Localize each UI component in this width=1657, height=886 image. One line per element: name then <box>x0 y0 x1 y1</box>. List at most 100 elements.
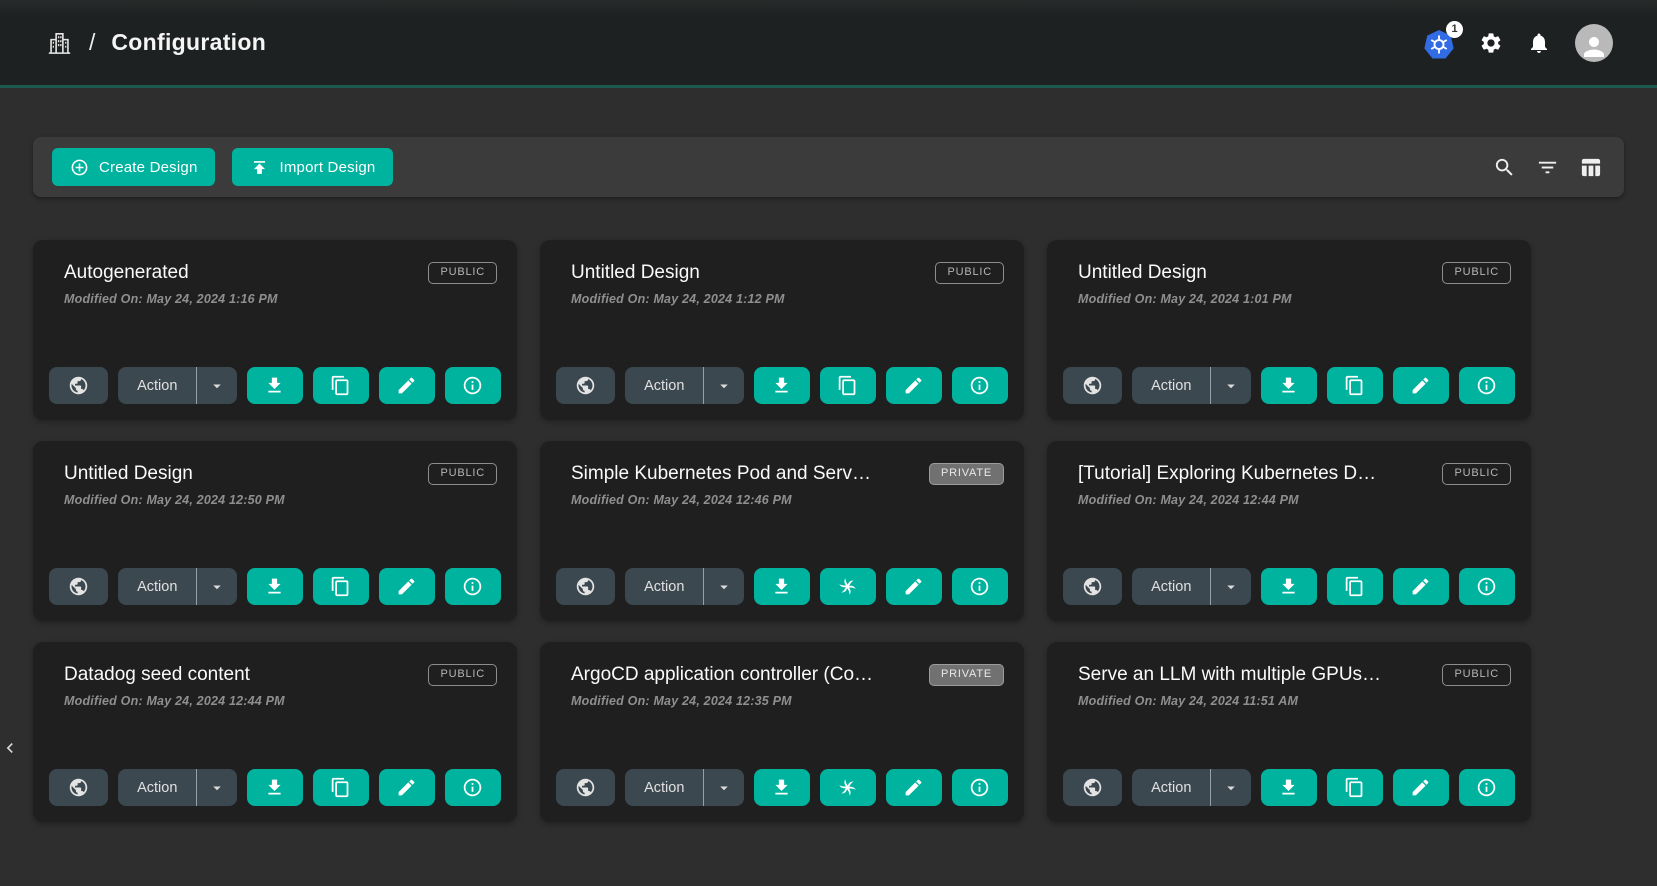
action-dropdown-button[interactable] <box>1210 568 1250 605</box>
download-button[interactable] <box>247 367 303 404</box>
edit-button[interactable] <box>886 568 942 605</box>
action-dropdown-button[interactable] <box>703 568 743 605</box>
action-dropdown-button[interactable] <box>196 769 236 806</box>
import-design-button[interactable]: Import Design <box>232 148 393 186</box>
info-button[interactable] <box>952 367 1008 404</box>
info-button[interactable] <box>445 367 501 404</box>
design-card: Autogenerated Modified On: May 24, 2024 … <box>33 240 517 420</box>
clone-button[interactable] <box>820 568 876 605</box>
edit-button[interactable] <box>379 568 435 605</box>
info-button[interactable] <box>445 568 501 605</box>
toolbar-view-controls <box>1493 156 1602 179</box>
action-split-button: Action <box>625 769 743 806</box>
action-split-button: Action <box>1132 568 1250 605</box>
visibility-globe-button[interactable] <box>556 769 615 806</box>
visibility-globe-button[interactable] <box>1063 367 1122 404</box>
user-avatar[interactable] <box>1575 24 1613 62</box>
kubernetes-context-count-badge: 1 <box>1446 21 1463 38</box>
notifications-button[interactable] <box>1527 31 1551 55</box>
breadcrumb-separator: / <box>89 29 95 56</box>
search-icon <box>1493 156 1516 179</box>
action-dropdown-button[interactable] <box>196 568 236 605</box>
create-design-button[interactable]: Create Design <box>52 148 215 186</box>
visibility-globe-button[interactable] <box>49 568 108 605</box>
download-icon <box>264 375 285 396</box>
info-button[interactable] <box>952 568 1008 605</box>
info-button[interactable] <box>445 769 501 806</box>
visibility-globe-button[interactable] <box>556 367 615 404</box>
visibility-chip: PUBLIC <box>935 262 1004 284</box>
action-button[interactable]: Action <box>1132 568 1210 605</box>
create-design-label: Create Design <box>99 159 197 176</box>
designs-grid: Autogenerated Modified On: May 24, 2024 … <box>33 240 1657 822</box>
action-button[interactable]: Action <box>118 769 196 806</box>
table-view-button[interactable] <box>1579 156 1602 179</box>
action-button[interactable]: Action <box>625 568 703 605</box>
upload-icon <box>250 158 269 177</box>
action-split-button: Action <box>118 568 236 605</box>
action-button[interactable]: Action <box>1132 769 1210 806</box>
action-dropdown-button[interactable] <box>196 367 236 404</box>
settings-button[interactable] <box>1479 31 1503 55</box>
info-button[interactable] <box>1459 568 1515 605</box>
info-button[interactable] <box>1459 769 1515 806</box>
action-split-button: Action <box>118 769 236 806</box>
gear-icon <box>1479 31 1503 55</box>
download-button[interactable] <box>1261 568 1317 605</box>
info-button[interactable] <box>1459 367 1515 404</box>
action-button[interactable]: Action <box>625 769 703 806</box>
kubernetes-context-button[interactable]: 1 <box>1423 27 1455 59</box>
info-button[interactable] <box>952 769 1008 806</box>
pencil-icon <box>1410 777 1431 798</box>
visibility-globe-button[interactable] <box>1063 769 1122 806</box>
clone-button[interactable] <box>1327 367 1383 404</box>
download-button[interactable] <box>247 568 303 605</box>
visibility-globe-button[interactable] <box>556 568 615 605</box>
action-dropdown-button[interactable] <box>1210 367 1250 404</box>
download-button[interactable] <box>754 769 810 806</box>
edit-button[interactable] <box>1393 367 1449 404</box>
action-dropdown-button[interactable] <box>703 367 743 404</box>
visibility-chip: PUBLIC <box>428 262 497 284</box>
action-button[interactable]: Action <box>625 367 703 404</box>
visibility-globe-button[interactable] <box>1063 568 1122 605</box>
copy-icon <box>330 777 351 798</box>
clone-button[interactable] <box>820 769 876 806</box>
download-icon <box>1278 375 1299 396</box>
action-button[interactable]: Action <box>1132 367 1210 404</box>
download-button[interactable] <box>247 769 303 806</box>
globe-icon <box>68 375 89 396</box>
action-dropdown-button[interactable] <box>703 769 743 806</box>
chevron-down-icon <box>208 578 226 596</box>
clone-button[interactable] <box>820 367 876 404</box>
edit-button[interactable] <box>1393 769 1449 806</box>
organization-building-icon <box>46 28 73 58</box>
clone-button[interactable] <box>313 367 369 404</box>
download-button[interactable] <box>754 568 810 605</box>
clone-button[interactable] <box>313 568 369 605</box>
download-button[interactable] <box>1261 769 1317 806</box>
filter-button[interactable] <box>1536 156 1559 179</box>
action-button[interactable]: Action <box>118 367 196 404</box>
action-button[interactable]: Action <box>118 568 196 605</box>
edit-button[interactable] <box>1393 568 1449 605</box>
clone-button[interactable] <box>1327 568 1383 605</box>
download-button[interactable] <box>1261 367 1317 404</box>
design-card-actions: Action <box>49 568 501 605</box>
edit-button[interactable] <box>886 769 942 806</box>
action-dropdown-button[interactable] <box>1210 769 1250 806</box>
clone-button[interactable] <box>1327 769 1383 806</box>
search-button[interactable] <box>1493 156 1516 179</box>
design-card: Serve an LLM with multiple GPUs… Modifie… <box>1047 642 1531 822</box>
globe-icon <box>575 576 596 597</box>
clone-button[interactable] <box>313 769 369 806</box>
edit-button[interactable] <box>379 769 435 806</box>
collapse-drawer-button[interactable] <box>0 733 22 763</box>
visibility-globe-button[interactable] <box>49 367 108 404</box>
chevron-down-icon <box>1222 377 1240 395</box>
visibility-globe-button[interactable] <box>49 769 108 806</box>
edit-button[interactable] <box>379 367 435 404</box>
download-button[interactable] <box>754 367 810 404</box>
download-icon <box>1278 777 1299 798</box>
edit-button[interactable] <box>886 367 942 404</box>
